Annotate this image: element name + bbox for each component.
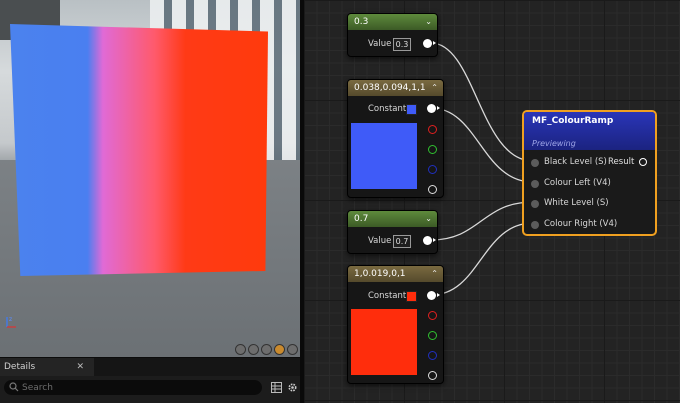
chevron-down-icon[interactable]: ⌄: [425, 211, 432, 227]
node-header[interactable]: 0.3 ⌄: [348, 14, 437, 30]
output-pin-g[interactable]: [428, 145, 437, 154]
chevron-down-icon[interactable]: ⌄: [425, 14, 432, 30]
vector-node-colour-right[interactable]: 1,0.019,0,1 ⌃ Constant: [347, 265, 444, 384]
material-preview-viewport[interactable]: z: [0, 0, 300, 357]
node-header[interactable]: 0.7 ⌄: [348, 211, 437, 227]
axis-label: z: [9, 316, 12, 323]
output-pin-b[interactable]: [428, 165, 437, 174]
color-preview: [351, 309, 417, 375]
chevron-up-icon[interactable]: ⌃: [431, 266, 438, 282]
previewing-label: Previewing: [532, 139, 576, 148]
value-label: Value: [368, 39, 392, 49]
scalar-node-black-level[interactable]: 0.3 ⌄ Value 0.3: [347, 13, 438, 57]
cylinder-preview-icon[interactable]: [248, 344, 259, 355]
sphere-preview-icon[interactable]: [235, 344, 246, 355]
value-label: Value: [368, 236, 392, 246]
output-pin-b[interactable]: [428, 351, 437, 360]
input-label-black-level: Black Level (S): [544, 157, 607, 167]
result-output[interactable]: Result: [608, 157, 647, 167]
search-input[interactable]: [22, 380, 252, 395]
search-icon: [9, 382, 19, 392]
output-pin-r[interactable]: [428, 311, 437, 320]
constant-color-swatch[interactable]: [406, 104, 417, 115]
output-pin-a[interactable]: [428, 185, 437, 194]
value-field[interactable]: 0.3: [393, 38, 411, 51]
result-output-pin[interactable]: [639, 157, 647, 166]
output-pin-g[interactable]: [428, 331, 437, 340]
node-title: MF_ColourRamp: [532, 116, 614, 126]
table-view-icon[interactable]: [271, 382, 282, 393]
tab-details-label: Details: [4, 362, 36, 372]
preview-plane-mesh: [10, 24, 268, 276]
constant-color-swatch[interactable]: [406, 291, 417, 302]
node-header[interactable]: 0.038,0.094,1,1 ⌃: [348, 80, 443, 96]
result-label: Result: [608, 157, 635, 167]
cube-preview-icon[interactable]: [274, 344, 285, 355]
color-preview: [351, 123, 417, 189]
node-title: 0.3: [354, 17, 369, 27]
node-title: 0.038,0.094,1,1: [354, 83, 426, 93]
input-label-colour-right: Colour Right (V4): [544, 219, 618, 229]
output-pin[interactable]: [423, 39, 436, 48]
input-label-colour-left: Colour Left (V4): [544, 178, 611, 188]
vector-node-colour-left[interactable]: 0.038,0.094,1,1 ⌃ Constant: [347, 79, 444, 198]
output-pin-rgba[interactable]: [427, 104, 440, 113]
material-function-node[interactable]: MF_ColourRamp Previewing Black Level (S)…: [522, 110, 657, 236]
node-title: 0.7: [354, 214, 369, 224]
details-tabbar: Details ✕: [0, 358, 300, 376]
scalar-node-white-level[interactable]: 0.7 ⌄ Value 0.7: [347, 210, 438, 254]
chevron-up-icon[interactable]: ⌃: [431, 80, 438, 96]
constant-label: Constant: [368, 104, 407, 114]
node-header[interactable]: MF_ColourRamp Previewing: [524, 112, 655, 150]
output-pin-a[interactable]: [428, 371, 437, 380]
axis-gizmo-icon: z: [6, 316, 16, 328]
plane-preview-icon[interactable]: [261, 344, 272, 355]
node-header[interactable]: 1,0.019,0,1 ⌃: [348, 266, 443, 282]
input-label-white-level: White Level (S): [544, 198, 609, 208]
details-panel: Details ✕: [0, 357, 300, 403]
search-bar: [4, 380, 262, 395]
value-field[interactable]: 0.7: [393, 235, 411, 248]
preview-shape-toolbar: [235, 344, 298, 355]
close-icon[interactable]: ✕: [76, 358, 84, 376]
gear-icon[interactable]: [287, 382, 298, 393]
constant-label: Constant: [368, 291, 407, 301]
output-pin[interactable]: [423, 236, 436, 245]
mesh-preview-icon[interactable]: [287, 344, 298, 355]
node-title: 1,0.019,0,1: [354, 269, 406, 279]
tab-details[interactable]: Details ✕: [0, 358, 94, 376]
output-pin-rgba[interactable]: [427, 291, 440, 300]
output-pin-r[interactable]: [428, 125, 437, 134]
